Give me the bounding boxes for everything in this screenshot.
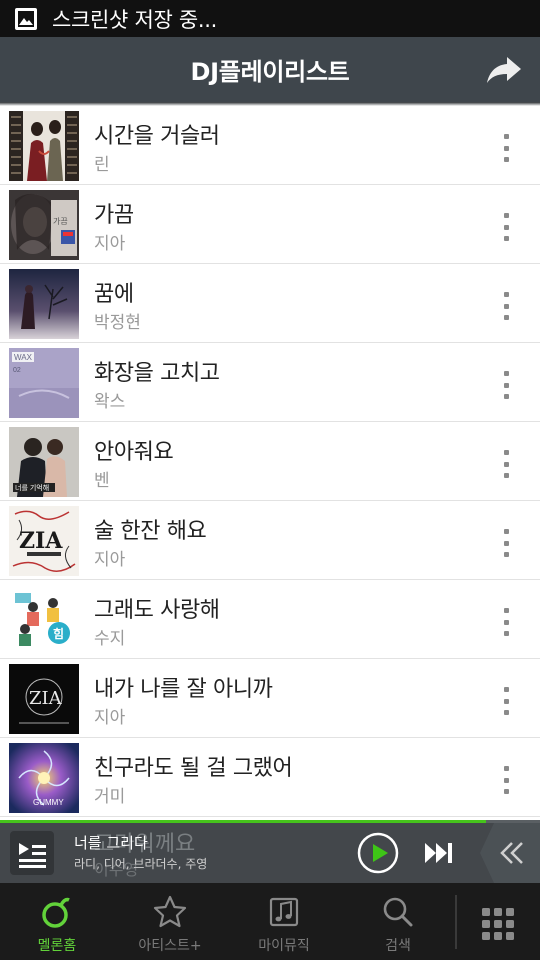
album-art: WAX 02 [9,348,79,418]
list-item[interactable]: WAX 02 화장을 고치고 왁스 [0,343,540,422]
artist-name: 거미 [94,787,126,807]
list-item[interactable]: GUMMY 친구라도 될 걸 그랬어 거미 [0,738,540,817]
song-title: 내가 나를 잘 아니까 [94,677,273,702]
nav-label: 검색 [385,938,411,954]
nav-melon-home[interactable]: 멜론홈 [2,883,112,960]
more-options-icon[interactable] [494,687,518,715]
song-title: 친구라도 될 걸 그랬어 [94,756,293,781]
album-art: GUMMY [9,743,79,813]
album-art [9,111,79,181]
artist-name: 린 [94,155,110,175]
status-text: 스크린샷 저장 중... [52,7,218,32]
more-options-icon[interactable] [494,529,518,557]
svg-text:힘: 힘 [53,626,64,641]
album-art: 힘 [9,585,79,655]
collapse-player-icon[interactable] [480,823,540,883]
svg-text:가끔: 가끔 [53,217,68,226]
more-options-icon[interactable] [494,213,518,241]
list-item[interactable]: ZIA 술 한잔 해요 지아 [0,501,540,580]
artist-name: 지아 [94,550,126,570]
melon-icon [42,897,70,928]
skip-next-icon[interactable] [423,839,455,867]
svg-text:ZIA: ZIA [29,688,63,709]
music-note-icon [269,897,299,927]
list-item[interactable]: 너를 기억해 안아줘요 벤 [0,422,540,501]
artist-name: 지아 [94,234,126,254]
artist-name: 왁스 [94,392,126,412]
song-title: 그래도 사랑해 [94,598,220,623]
playback-progress[interactable] [0,820,540,823]
app-header: DJ플레이리스트 [0,37,540,102]
share-button[interactable] [484,51,524,89]
share-arrow-icon [487,57,521,83]
svg-text:ZIA: ZIA [19,528,63,554]
star-icon [153,895,187,928]
list-item[interactable]: 힘 그래도 사랑해 수지 [0,580,540,659]
mini-player[interactable]: 고마워께요 이수영 너를 그리다 라디, 디어, 브라더수, 주영 [0,820,540,883]
album-art: 너를 기억해 [9,427,79,497]
artist-name: 지아 [94,708,126,728]
playback-progress-fill [0,820,486,823]
song-title: 술 한잔 해요 [94,519,207,544]
album-art: ZIA [9,664,79,734]
list-item[interactable]: 꿈에 박정현 [0,264,540,343]
list-item[interactable]: 가끔 가끔 지아 [0,185,540,264]
svg-text:WAX: WAX [14,353,33,362]
list-item[interactable]: 시간을 거슬러 린 [0,106,540,185]
svg-text:너를 기억해: 너를 기억해 [15,483,49,492]
more-options-icon[interactable] [494,292,518,320]
status-bar: 스크린샷 저장 중... [0,0,540,37]
album-art [9,269,79,339]
play-icon[interactable] [357,832,399,874]
svg-text:02: 02 [13,367,21,374]
bottom-navigation: 멜론홈 아티스트+ 마이뮤직 검색 [0,883,540,960]
more-options-icon[interactable] [494,371,518,399]
song-title: 안아줘요 [94,440,174,465]
grid-menu-icon[interactable] [478,904,518,944]
nav-label: 아티스트+ [138,938,202,954]
svg-text:GUMMY: GUMMY [33,798,64,807]
list-item[interactable]: ZIA 내가 나를 잘 아니까 지아 [0,659,540,738]
playlist-icon[interactable] [10,831,54,875]
search-icon [383,897,413,927]
more-options-icon[interactable] [494,608,518,636]
song-title: 가끔 [94,203,134,228]
nav-search[interactable]: 검색 [343,883,453,960]
nav-label: 마이뮤직 [258,938,310,954]
artist-name: 벤 [94,471,110,491]
now-playing-artist: 라디, 디어, 브라더수, 주영 [74,857,208,871]
nav-label: 멜론홈 [37,938,77,954]
album-art: ZIA [9,506,79,576]
artist-name: 수지 [94,629,126,649]
song-title: 시간을 거슬러 [94,124,220,149]
song-title: 화장을 고치고 [94,361,220,386]
more-options-icon[interactable] [494,134,518,162]
nav-artist-plus[interactable]: 아티스트+ [115,883,225,960]
nav-my-music[interactable]: 마이뮤직 [229,883,339,960]
album-art: 가끔 [9,190,79,260]
more-options-icon[interactable] [494,450,518,478]
page-title: DJ플레이리스트 [190,58,350,86]
more-options-icon[interactable] [494,766,518,794]
playlist: 시간을 거슬러 린 가끔 가끔 지아 꿈에 박정현 WAX 02 화장을 고치고… [0,106,540,817]
nav-divider [455,895,457,949]
screenshot-icon [15,7,37,30]
song-title: 꿈에 [94,282,134,307]
now-playing-title: 너를 그리다 [74,834,148,852]
artist-name: 박정현 [94,313,141,333]
